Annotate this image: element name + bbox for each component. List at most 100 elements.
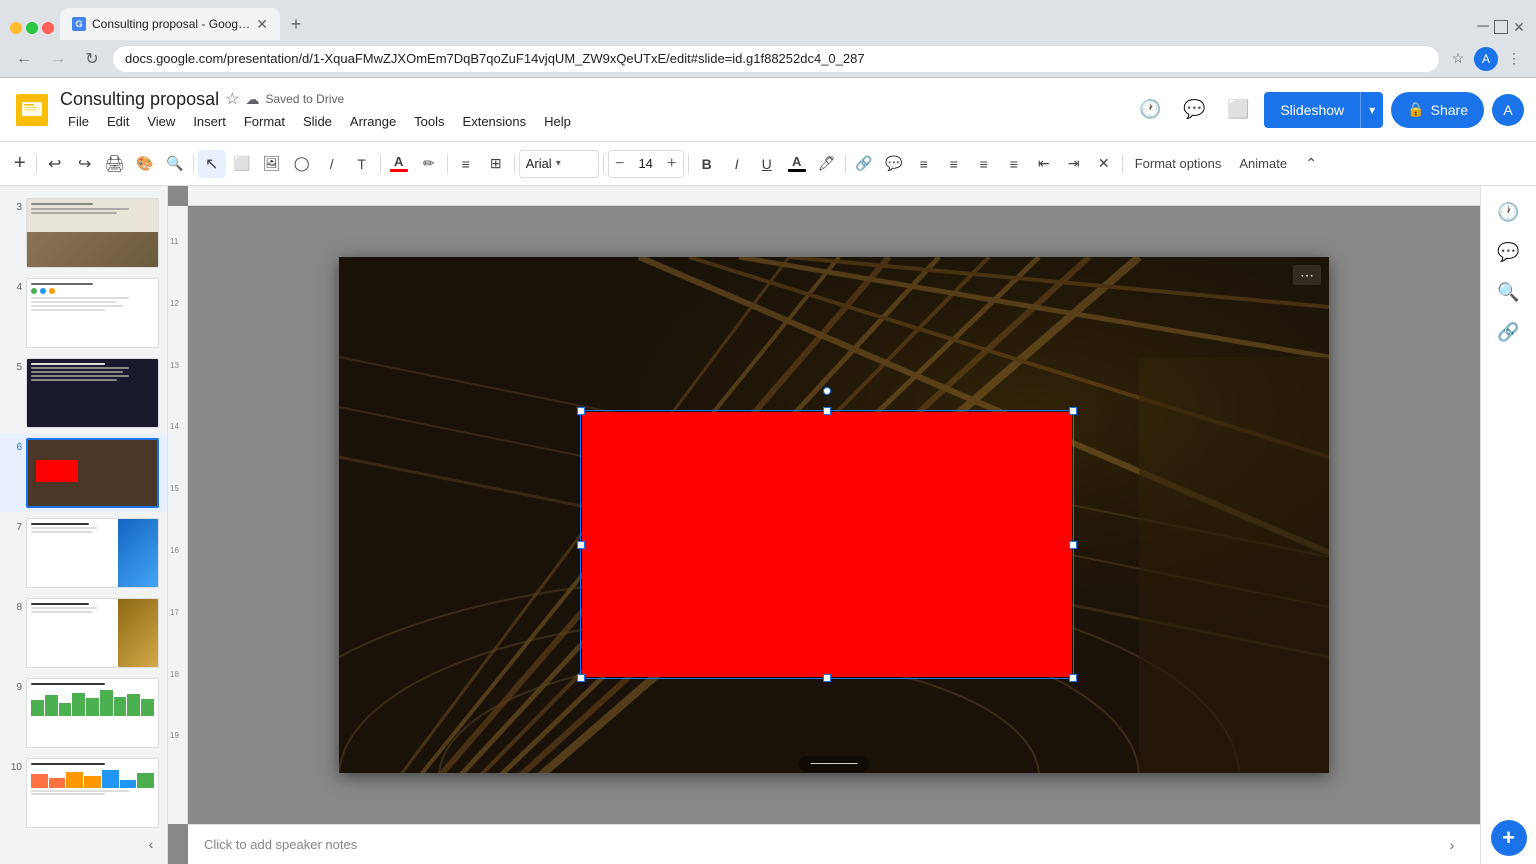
bold-btn[interactable]: B xyxy=(693,150,721,178)
win-close-icon[interactable]: ✕ xyxy=(1512,20,1526,34)
menu-item-slide[interactable]: Slide xyxy=(295,112,340,131)
active-tab[interactable]: G Consulting proposal - Google Sl... ✕ xyxy=(60,8,280,40)
slide-main[interactable]: ⋯ xyxy=(339,257,1329,773)
slide-thumb-9[interactable]: 9 xyxy=(0,674,167,752)
slide-preview-8[interactable] xyxy=(26,598,159,668)
line-btn[interactable]: / xyxy=(318,150,346,178)
comments-panel-btn[interactable]: 💬 xyxy=(1491,234,1527,270)
pen-btn[interactable]: ✏ xyxy=(415,150,443,178)
fill-color-btn[interactable]: A xyxy=(385,150,413,178)
select-tool-btn[interactable]: ⬜ xyxy=(228,150,256,178)
address-bar[interactable]: docs.google.com/presentation/d/1-XquaFMw… xyxy=(112,45,1440,73)
cursor-tool-btn[interactable]: ↖ xyxy=(198,150,226,178)
app-title[interactable]: Consulting proposal xyxy=(60,89,219,110)
search-panel-btn[interactable]: 🔍 xyxy=(1491,274,1527,310)
share-button[interactable]: 🔒 Share xyxy=(1391,92,1484,128)
indent-more-btn[interactable]: ⇥ xyxy=(1060,150,1088,178)
refresh-btn[interactable]: ↻ xyxy=(78,45,106,73)
comment-inline-btn[interactable]: 💬 xyxy=(880,150,908,178)
minimize-btn[interactable] xyxy=(10,22,22,34)
slide-preview-4[interactable] xyxy=(26,278,159,348)
clear-format-btn[interactable]: ✕ xyxy=(1090,150,1118,178)
menu-item-insert[interactable]: Insert xyxy=(185,112,234,131)
menu-item-file[interactable]: File xyxy=(60,112,97,131)
maximize-btn[interactable] xyxy=(26,22,38,34)
format-options-btn[interactable]: Format options xyxy=(1127,150,1230,178)
add-btn[interactable]: + xyxy=(8,150,32,178)
history-btn[interactable]: 🕐 xyxy=(1132,92,1168,128)
avatar[interactable]: A xyxy=(1492,94,1524,126)
slide-thumb-5[interactable]: 5 xyxy=(0,354,167,432)
more-toolbar-btn[interactable]: ⌃ xyxy=(1297,150,1325,178)
alpha-list-btn[interactable]: ≡ xyxy=(1000,150,1028,178)
slide-thumb-10[interactable]: 10 xyxy=(0,754,167,832)
menu-item-help[interactable]: Help xyxy=(536,112,579,131)
tab-close-icon[interactable]: ✕ xyxy=(256,16,268,33)
slide-preview-6-active[interactable] xyxy=(26,438,159,508)
red-rectangle[interactable] xyxy=(582,412,1072,677)
menu-icon[interactable]: ⋮ xyxy=(1502,47,1526,71)
notes-placeholder[interactable]: Click to add speaker notes xyxy=(204,837,357,852)
table-btn[interactable]: ⊞ xyxy=(482,150,510,178)
notes-expand-btn[interactable]: › xyxy=(1440,833,1464,857)
font-size-decrease-btn[interactable]: − xyxy=(609,151,631,177)
win-restore-icon[interactable] xyxy=(1494,20,1508,34)
notes-area[interactable]: Click to add speaker notes › xyxy=(188,824,1480,864)
text-color-btn[interactable]: A xyxy=(783,150,811,178)
slide-preview-10[interactable] xyxy=(26,758,159,828)
menu-item-format[interactable]: Format xyxy=(236,112,293,131)
presentation-mode-btn[interactable]: ⬜ xyxy=(1220,92,1256,128)
num-list-btn[interactable]: ≡ xyxy=(940,150,968,178)
text-align-btn[interactable]: ≡ xyxy=(910,150,938,178)
paint-format-btn[interactable]: 🎨 xyxy=(131,150,159,178)
slideshow-dropdown-btn[interactable]: ▾ xyxy=(1360,92,1383,128)
slide-thumb-7[interactable]: 7 xyxy=(0,514,167,592)
slide-thumb-8[interactable]: 8 xyxy=(0,594,167,672)
zoom-btn[interactable]: 🔍 xyxy=(161,150,189,178)
slides-panel[interactable]: 3 4 xyxy=(0,186,168,864)
slide-preview-5[interactable] xyxy=(26,358,159,428)
slide-preview-9[interactable] xyxy=(26,678,159,748)
text-btn-toolbar[interactable]: T xyxy=(348,150,376,178)
align-btn[interactable]: ≡ xyxy=(452,150,480,178)
slide-thumb-3[interactable]: 3 xyxy=(0,194,167,272)
link-btn[interactable]: 🔗 xyxy=(850,150,878,178)
profile-icon[interactable]: A xyxy=(1474,47,1498,71)
star-icon[interactable]: ☆ xyxy=(225,89,239,109)
new-tab-btn[interactable]: + xyxy=(282,10,310,38)
menu-item-arrange[interactable]: Arrange xyxy=(342,112,404,131)
font-size-value[interactable]: 14 xyxy=(631,156,661,171)
shape-btn[interactable]: ◯ xyxy=(288,150,316,178)
slide-thumb-4[interactable]: 4 xyxy=(0,274,167,352)
animate-btn[interactable]: Animate xyxy=(1231,150,1295,178)
indent-less-btn[interactable]: ⇤ xyxy=(1030,150,1058,178)
font-size-increase-btn[interactable]: + xyxy=(661,151,683,177)
close-btn[interactable] xyxy=(42,22,54,34)
undo-btn[interactable]: ↩ xyxy=(41,150,69,178)
back-btn[interactable]: ← xyxy=(10,45,38,73)
italic-btn[interactable]: I xyxy=(723,150,751,178)
menu-item-view[interactable]: View xyxy=(139,112,183,131)
menu-item-edit[interactable]: Edit xyxy=(99,112,137,131)
slideshow-button[interactable]: Slideshow xyxy=(1264,92,1360,128)
panel-collapse-btn[interactable]: ‹ xyxy=(139,832,163,856)
slide-preview-7[interactable] xyxy=(26,518,159,588)
menu-item-tools[interactable]: Tools xyxy=(406,112,452,131)
redo-btn[interactable]: ↪ xyxy=(71,150,99,178)
underline-btn[interactable]: U xyxy=(753,150,781,178)
comment-btn[interactable]: 💬 xyxy=(1176,92,1212,128)
win-minimize-icon[interactable]: ─ xyxy=(1476,20,1490,34)
print-btn[interactable]: 🖨 xyxy=(101,150,129,178)
slide-preview-3[interactable] xyxy=(26,198,159,268)
slide-options-btn[interactable]: ⋯ xyxy=(1293,265,1321,285)
bookmark-icon[interactable]: ☆ xyxy=(1446,47,1470,71)
forward-btn[interactable]: → xyxy=(44,45,72,73)
add-panel-btn[interactable]: + xyxy=(1491,820,1527,856)
highlight-btn[interactable]: 🖊 xyxy=(813,150,841,178)
slide-thumb-6[interactable]: 6 xyxy=(0,434,167,512)
menu-item-extensions[interactable]: Extensions xyxy=(455,112,535,131)
bullet-list-btn[interactable]: ≡ xyxy=(970,150,998,178)
history-panel-btn[interactable]: 🕐 xyxy=(1491,194,1527,230)
link-panel-btn[interactable]: 🔗 xyxy=(1491,314,1527,350)
image-btn[interactable]: 🖼 xyxy=(258,150,286,178)
